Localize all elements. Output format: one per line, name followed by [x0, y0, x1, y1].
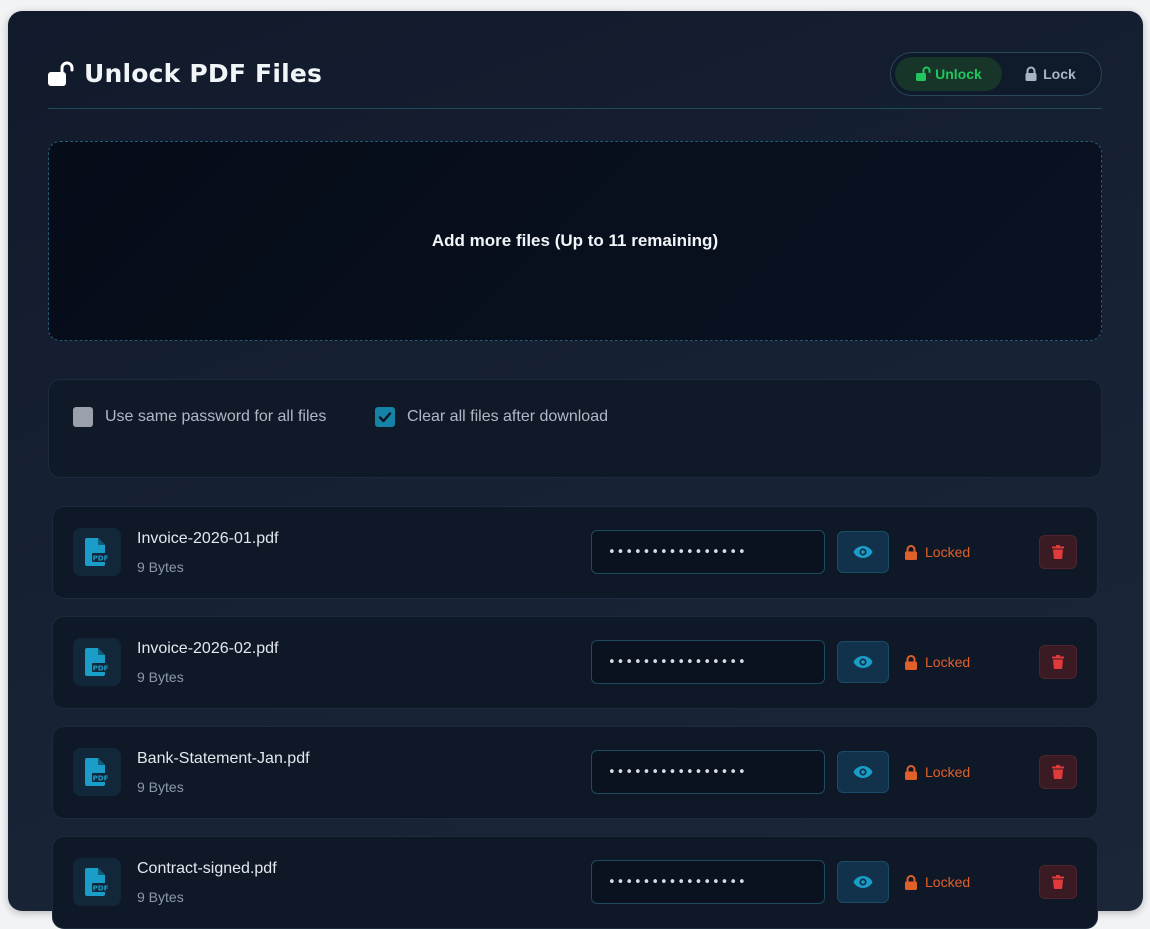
lock-icon	[905, 764, 917, 780]
svg-text:PDF: PDF	[93, 555, 109, 563]
clear-files-option[interactable]: Clear all files after download	[375, 407, 608, 427]
lock-mode-label: Lock	[1043, 66, 1076, 82]
clear-files-checkbox[interactable]	[375, 407, 395, 427]
delete-file-button[interactable]	[1039, 865, 1077, 899]
lock-mode-button[interactable]: Lock	[1002, 57, 1097, 91]
status-label: Locked	[925, 764, 971, 780]
same-password-checkbox[interactable]	[73, 407, 93, 427]
same-password-option[interactable]: Use same password for all files	[73, 407, 326, 427]
lock-status: Locked	[904, 654, 970, 670]
svg-text:PDF: PDF	[93, 885, 109, 893]
lock-icon	[1025, 66, 1037, 81]
title-wrap: Unlock PDF Files	[48, 59, 322, 88]
unlock-icon	[916, 66, 931, 81]
password-input[interactable]	[591, 750, 825, 794]
status-label: Locked	[925, 874, 971, 890]
options-panel: Use same password for all files Clear al…	[48, 379, 1102, 478]
file-size: 9 Bytes	[137, 889, 184, 905]
file-name: Contract-signed.pdf	[137, 860, 277, 877]
clear-files-label: Clear all files after download	[407, 408, 608, 425]
unlock-mode-button[interactable]: Unlock	[895, 57, 1002, 91]
pdf-file-icon: PDF	[73, 528, 121, 576]
eye-icon	[853, 876, 873, 888]
status-label: Locked	[925, 654, 971, 670]
page-title: Unlock PDF Files	[84, 59, 323, 88]
mode-toggle: Unlock Lock	[890, 52, 1102, 96]
unlock-icon	[48, 61, 74, 86]
show-password-button[interactable]	[837, 861, 889, 903]
pdf-file-icon: PDF	[73, 638, 121, 686]
unlock-mode-label: Unlock	[935, 66, 982, 82]
lock-icon	[905, 544, 917, 560]
file-name: Invoice-2026-01.pdf	[137, 530, 279, 547]
show-password-button[interactable]	[837, 751, 889, 793]
file-size: 9 Bytes	[137, 559, 184, 575]
lock-icon	[905, 654, 917, 670]
delete-file-button[interactable]	[1039, 755, 1077, 789]
same-password-label: Use same password for all files	[105, 408, 327, 425]
trash-icon	[1052, 655, 1064, 669]
lock-icon	[905, 874, 917, 890]
password-input[interactable]	[591, 530, 825, 574]
password-input[interactable]	[591, 860, 825, 904]
pdf-file-icon: PDF	[73, 858, 121, 906]
show-password-button[interactable]	[837, 641, 889, 683]
file-row: PDF Contract-signed.pdf 9 Bytes Locked	[52, 836, 1098, 929]
status-label: Locked	[925, 544, 971, 560]
file-size: 9 Bytes	[137, 779, 184, 795]
unlock-pdf-panel: Unlock PDF Files Unlock Lock Add more fi…	[8, 11, 1143, 929]
file-size: 9 Bytes	[137, 669, 184, 685]
trash-icon	[1052, 875, 1064, 889]
lock-status: Locked	[904, 874, 970, 890]
pdf-file-icon: PDF	[73, 748, 121, 796]
header: Unlock PDF Files Unlock Lock	[48, 51, 1102, 109]
delete-file-button[interactable]	[1039, 645, 1077, 679]
file-row: PDF Bank-Statement-Jan.pdf 9 Bytes Locke…	[52, 726, 1098, 819]
lock-status: Locked	[904, 764, 970, 780]
lock-status: Locked	[904, 544, 970, 560]
file-dropzone[interactable]: Add more files (Up to 11 remaining)	[48, 141, 1102, 341]
delete-file-button[interactable]	[1039, 535, 1077, 569]
eye-icon	[853, 546, 873, 558]
file-name: Bank-Statement-Jan.pdf	[137, 750, 310, 767]
dropzone-text: Add more files (Up to 11 remaining)	[431, 231, 719, 250]
show-password-button[interactable]	[837, 531, 889, 573]
file-name: Invoice-2026-02.pdf	[137, 640, 279, 657]
trash-icon	[1052, 545, 1064, 559]
file-row: PDF Invoice-2026-02.pdf 9 Bytes Locked	[52, 616, 1098, 709]
password-input[interactable]	[591, 640, 825, 684]
eye-icon	[853, 766, 873, 778]
svg-text:PDF: PDF	[93, 775, 109, 783]
trash-icon	[1052, 765, 1064, 779]
file-row: PDF Invoice-2026-01.pdf 9 Bytes Locked	[52, 506, 1098, 599]
svg-text:PDF: PDF	[93, 665, 109, 673]
check-icon	[378, 412, 392, 423]
eye-icon	[853, 656, 873, 668]
